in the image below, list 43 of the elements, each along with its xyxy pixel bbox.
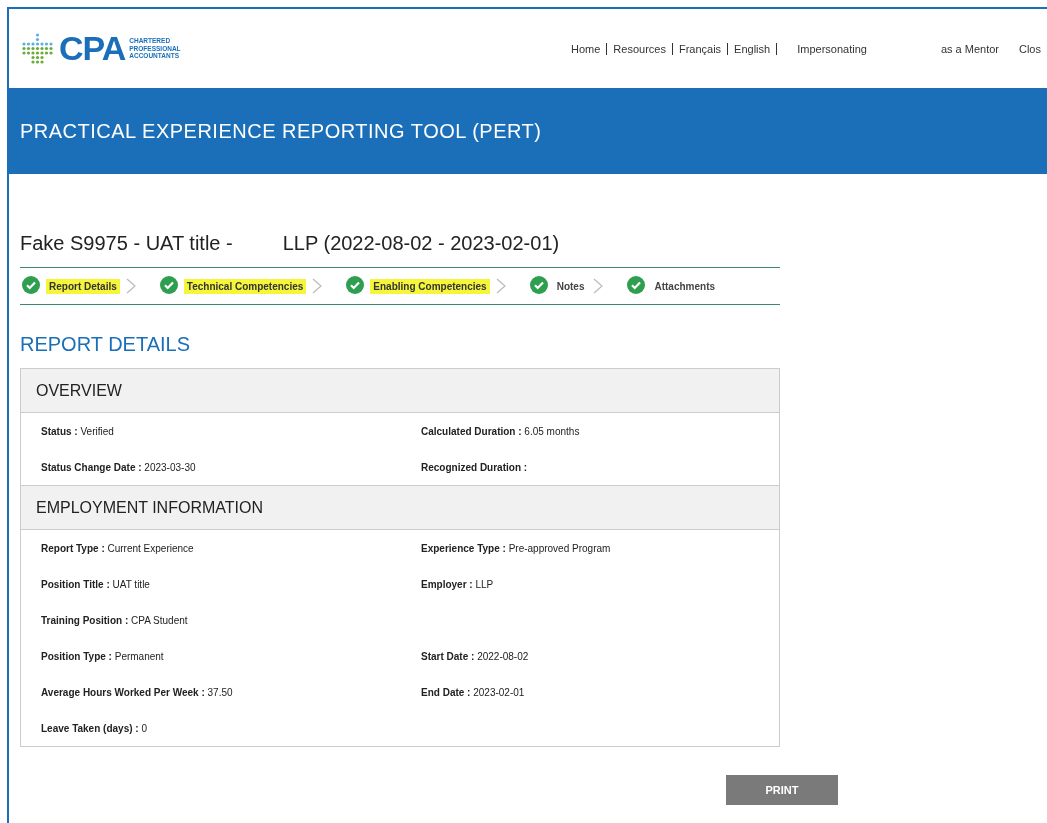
detail-field: Start Date : 2022-08-02 [421, 650, 779, 662]
nav-link[interactable]: Home [565, 42, 608, 55]
detail-field: Report Type : Current Experience [41, 542, 421, 554]
check-icon [22, 276, 40, 294]
chevron-icon [495, 278, 506, 294]
detail-field: Status Change Date : 2023-03-30 [41, 461, 421, 473]
detail-field: Recognized Duration : [421, 461, 779, 473]
detail-field: Experience Type : Pre-approved Program [421, 542, 779, 554]
check-icon [627, 276, 646, 294]
step-link[interactable]: Enabling Competencies [370, 278, 490, 294]
chevron-icon [312, 278, 323, 294]
impersonating-label: Impersonating [797, 42, 867, 55]
detail-field: Leave Taken (days) : 0 [41, 722, 421, 734]
check-icon [529, 276, 548, 294]
report-title: Fake S9975 - UAT title - LLP (2022-08-02 - 2023-02-01) [20, 232, 561, 255]
section-heading: REPORT DETAILS [20, 333, 192, 356]
step-link[interactable]: Report Details [46, 278, 120, 294]
detail-field: Average Hours Worked Per Week : 37.50 [41, 686, 421, 698]
detail-field: Employer : LLP [421, 578, 779, 590]
nav-link[interactable]: Resources [607, 42, 673, 55]
nav-link[interactable]: English [728, 42, 778, 55]
close-link[interactable]: Clos [1013, 42, 1047, 55]
step-link[interactable]: Attachments [651, 278, 719, 294]
chevron-icon [125, 278, 136, 294]
role-label: as a Mentor [940, 42, 999, 55]
check-icon [346, 276, 365, 294]
detail-field: Status : Verified [41, 425, 421, 437]
print-button[interactable]: PRINT [726, 775, 838, 805]
panel-header: EMPLOYMENT INFORMATION [21, 485, 779, 530]
maple-leaf-icon [21, 31, 55, 66]
detail-field: End Date : 2023-02-01 [421, 686, 779, 698]
chevron-icon [593, 278, 604, 294]
detail-field: Position Title : UAT title [41, 578, 421, 590]
check-icon [159, 276, 178, 294]
detail-field: Calculated Duration : 6.05 months [421, 425, 779, 437]
step-link[interactable]: Technical Competencies [183, 278, 307, 294]
step-link[interactable]: Notes [553, 278, 588, 294]
panel-header: OVERVIEW [21, 369, 779, 413]
nav-link[interactable]: Français [672, 42, 729, 55]
detail-field: Position Type : Permanent [41, 650, 421, 662]
banner-title: PRACTICAL EXPERIENCE REPORTING TOOL (PERT) [20, 119, 542, 143]
logo-wordmark: CPA [59, 29, 126, 68]
detail-field: Training Position : CPA Student [41, 614, 421, 626]
